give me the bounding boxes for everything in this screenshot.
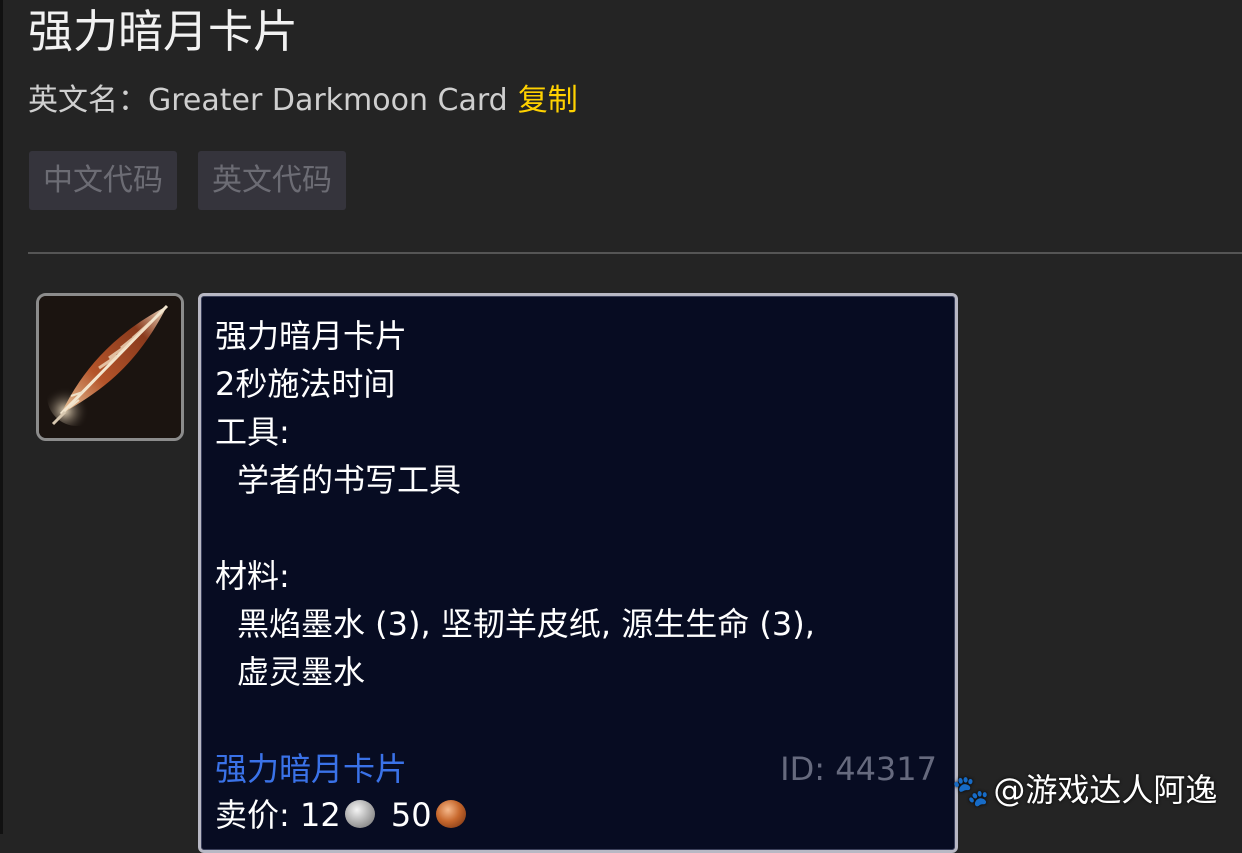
sell-copper-amount: 50: [390, 796, 432, 834]
tooltip-tool-item: 学者的书写工具: [237, 461, 462, 499]
watermark-text: @游戏达人阿逸: [993, 771, 1218, 809]
tooltip-sell-price: 卖价: 12 50: [215, 793, 472, 837]
feather-quill-icon: [39, 296, 181, 438]
english-name-label: 英文名：: [28, 83, 148, 118]
tooltip-item-name: 强力暗月卡片: [215, 317, 408, 355]
tooltip-item-id: ID: 44317: [780, 750, 937, 788]
item-tooltip: 强力暗月卡片 2秒施法时间 工具: 学者的书写工具 材料: 黑焰墨水 (3), …: [198, 293, 958, 853]
chinese-code-button[interactable]: 中文代码: [29, 151, 177, 210]
tooltip-materials-line-2: 虚灵墨水: [237, 653, 366, 691]
copy-button[interactable]: 复制: [518, 83, 578, 118]
sell-silver-amount: 12: [299, 796, 341, 834]
page-title: 强力暗月卡片: [28, 5, 299, 58]
sell-price-label: 卖价:: [215, 796, 290, 834]
tooltip-tools-label: 工具:: [215, 413, 290, 451]
silver-coin-icon: [344, 800, 375, 828]
tooltip-materials-label: 材料:: [215, 557, 290, 595]
english-name-row: 英文名：Greater Darkmoon Card 复制: [28, 80, 578, 122]
copper-coin-icon: [435, 800, 466, 828]
english-code-button[interactable]: 英文代码: [198, 151, 346, 210]
page-left-edge: [0, 0, 3, 834]
paw-icon: 🐾: [952, 774, 990, 809]
item-icon-frame[interactable]: [36, 293, 184, 441]
tooltip-materials-line-1: 黑焰墨水 (3), 坚韧羊皮纸, 源生生命 (3),: [237, 605, 815, 643]
watermark: 🐾 @游戏达人阿逸: [952, 768, 1217, 814]
divider: [28, 252, 1242, 254]
english-name-value: Greater Darkmoon Card: [148, 83, 508, 118]
tooltip-cast-time: 2秒施法时间: [215, 365, 396, 403]
tooltip-result-link[interactable]: 强力暗月卡片: [215, 747, 407, 791]
